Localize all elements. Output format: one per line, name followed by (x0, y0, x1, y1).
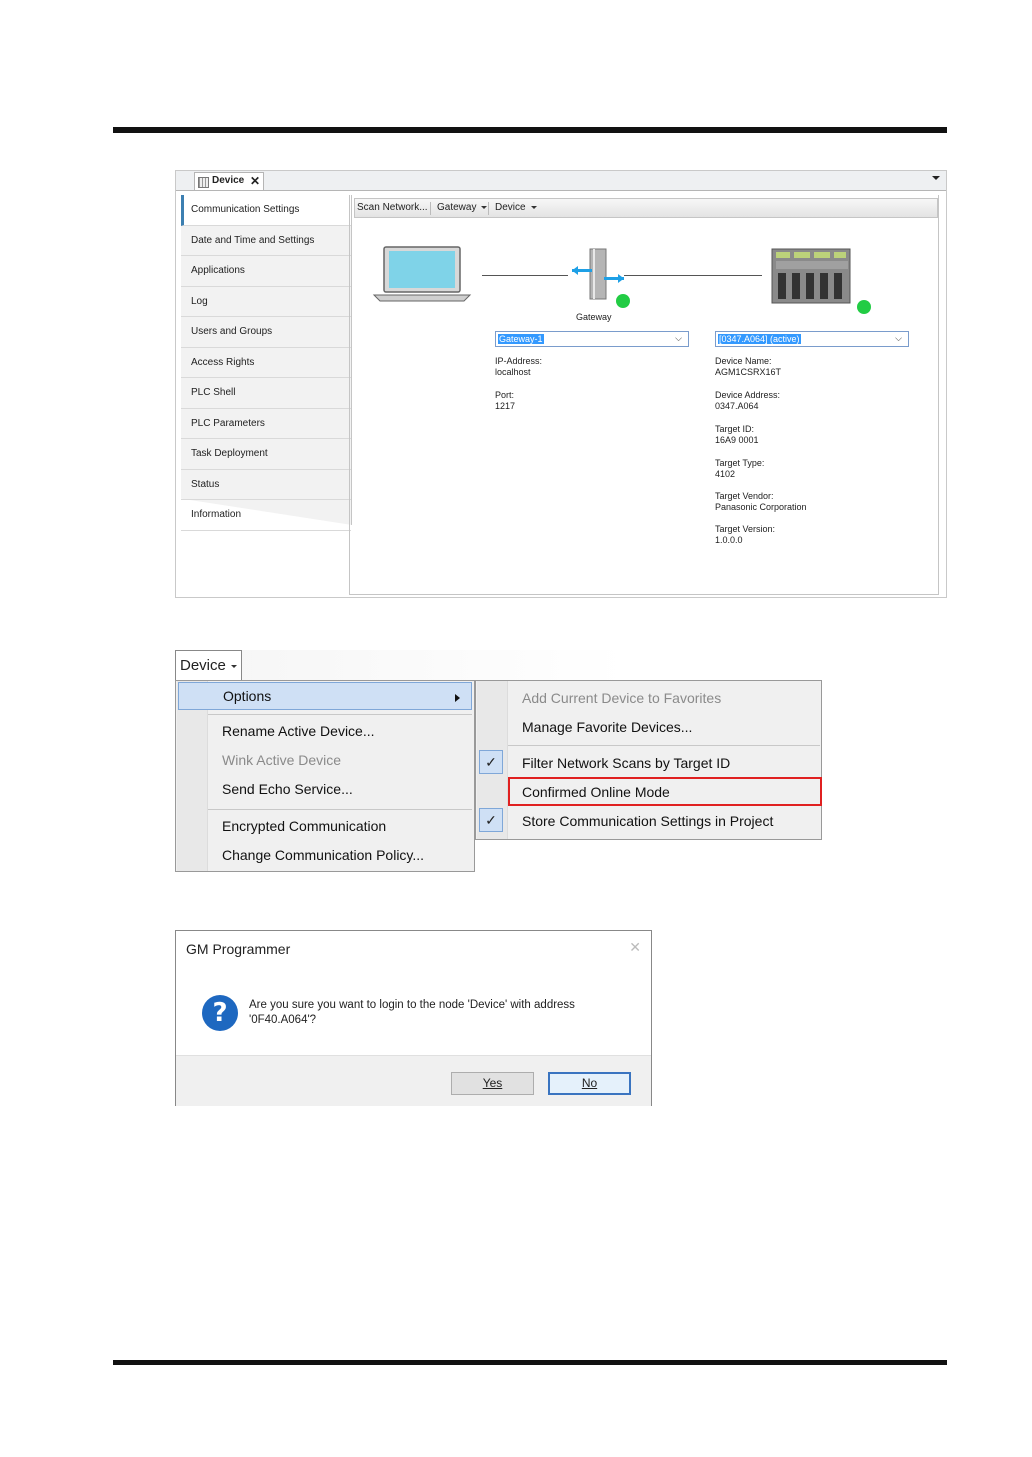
highlight-box (508, 777, 822, 806)
question-icon: ? (202, 995, 238, 1031)
device-name-value: AGM1CSRX16T (715, 367, 782, 377)
ip-address-label: IP-Address: (495, 356, 543, 366)
menu-item-change-communication-policy[interactable]: Change Communication Policy... (222, 847, 424, 863)
nav-item-applications[interactable]: Applications (181, 256, 351, 287)
dialog-title: GM Programmer (186, 941, 291, 957)
nav-item-status[interactable]: Status (181, 470, 351, 500)
nav-item-users-groups[interactable]: Users and Groups (181, 317, 351, 348)
target-id-value: 16A9 0001 (715, 435, 759, 445)
nav-item-communication-settings[interactable]: Communication Settings (181, 195, 351, 226)
gateway-icon (572, 248, 624, 300)
tab-close-icon[interactable]: ✕ (250, 173, 260, 189)
plc-device-icon (771, 248, 851, 304)
device-name-label: Device Name: (715, 356, 772, 366)
menu-item-wink-active-device: Wink Active Device (222, 752, 342, 768)
toolbar-separator (430, 202, 431, 215)
device-menu-button[interactable]: Device (175, 650, 242, 680)
device-address-label: Device Address: (715, 390, 781, 400)
submenu-arrow-icon (455, 694, 460, 702)
ip-address-value: localhost (495, 367, 531, 377)
menu-separator (208, 809, 472, 810)
target-type-label: Target Type: (715, 458, 765, 468)
nav-item-information[interactable]: Information (181, 500, 351, 531)
target-id-label: Target ID: (715, 424, 755, 434)
gateway-status-indicator (616, 294, 630, 308)
laptop-icon (372, 246, 472, 302)
gateway-select[interactable]: Gateway-1 ⌵ (495, 331, 689, 347)
gateway-caption: Gateway (576, 312, 612, 322)
confirm-login-dialog: GM Programmer ✕ ? Are you sure you want … (175, 930, 652, 1106)
nav-item-log[interactable]: Log (181, 287, 351, 317)
port-value: 1217 (495, 401, 516, 411)
target-version-value: 1.0.0.0 (715, 535, 743, 545)
yes-button[interactable]: Yes (451, 1072, 534, 1095)
gateway-menu-button[interactable]: Gateway (437, 202, 488, 213)
menu-separator (208, 714, 472, 715)
menu-item-encrypted-communication[interactable]: Encrypted Communication (222, 818, 386, 834)
scan-network-button[interactable]: Scan Network... (357, 202, 428, 213)
dialog-message-line1: Are you sure you want to login to the no… (249, 999, 575, 1011)
menu-item-options[interactable]: Options (178, 682, 472, 710)
check-icon: ✓ (479, 808, 503, 832)
tab-device-label: Device (212, 175, 245, 186)
device-address-value: 0347.A064 (715, 401, 759, 411)
link-line-left (482, 275, 568, 276)
check-icon: ✓ (479, 750, 503, 774)
bottom-rule (113, 1360, 947, 1365)
menu-item-send-echo-service[interactable]: Send Echo Service... (222, 781, 353, 797)
nav-item-plc-shell[interactable]: PLC Shell (181, 378, 351, 409)
target-vendor-label: Target Vendor: (715, 491, 774, 501)
tab-device[interactable]: Device ✕ (194, 172, 264, 190)
dialog-button-bar: Yes No (176, 1055, 651, 1106)
toolbar-separator (488, 202, 489, 215)
chevron-down-icon: ⌵ (675, 333, 682, 343)
menu-item-store-communication-settings[interactable]: Store Communication Settings in Project (522, 813, 773, 829)
device-select[interactable]: [0347.A064] (active) ⌵ (715, 331, 909, 347)
menu-item-rename-active-device[interactable]: Rename Active Device... (222, 723, 375, 739)
menu-bar (175, 650, 822, 680)
link-line-right (624, 275, 762, 276)
chevron-down-icon: ⌵ (895, 333, 902, 343)
device-menu-screenshot: Device Options Rename Active Device... W… (175, 650, 822, 872)
chevron-down-icon (481, 205, 488, 209)
dialog-message: Are you sure you want to login to the no… (249, 998, 575, 1028)
top-rule (113, 127, 947, 133)
nav-item-task-deployment[interactable]: Task Deployment (181, 439, 351, 470)
device-dropdown-menu: Options Rename Active Device... Wink Act… (175, 680, 475, 872)
close-icon[interactable]: ✕ (629, 939, 641, 956)
dialog-message-line2: '0F40.A064'? (249, 1014, 317, 1026)
target-version-label: Target Version: (715, 524, 776, 534)
device-menu-label: Device (180, 657, 226, 674)
target-vendor-value: Panasonic Corporation (715, 502, 807, 512)
device-menu-button[interactable]: Device (495, 202, 537, 213)
nav-item-plc-parameters[interactable]: PLC Parameters (181, 409, 351, 439)
settings-nav: Communication Settings Date and Time and… (181, 195, 351, 531)
nav-item-access-rights[interactable]: Access Rights (181, 348, 351, 378)
tab-dropdown-icon[interactable] (932, 176, 940, 180)
menu-item-filter-network-scans[interactable]: Filter Network Scans by Target ID (522, 755, 730, 771)
device-menu-label: Device (495, 202, 526, 213)
comm-toolbar: Scan Network... Gateway Device (354, 198, 938, 218)
gateway-menu-label: Gateway (437, 202, 477, 213)
chevron-down-icon (530, 205, 537, 209)
device-select-value: [0347.A064] (active) (718, 334, 801, 344)
menu-item-add-favorites: Add Current Device to Favorites (522, 690, 722, 706)
chevron-down-icon (230, 664, 237, 668)
menu-separator (508, 745, 820, 746)
no-button[interactable]: No (548, 1072, 631, 1095)
gateway-select-value: Gateway-1 (498, 334, 544, 344)
device-editor-window: Device ✕ Communication Settings Date and… (175, 170, 947, 598)
device-status-indicator (857, 300, 871, 314)
menu-item-options-label: Options (223, 688, 272, 704)
tab-strip: Device ✕ (176, 171, 946, 191)
device-tab-icon (198, 177, 209, 188)
menu-item-manage-favorites[interactable]: Manage Favorite Devices... (522, 719, 692, 735)
options-submenu: Add Current Device to Favorites Manage F… (475, 680, 822, 840)
nav-item-date-time[interactable]: Date and Time and Settings (181, 226, 351, 256)
target-type-value: 4102 (715, 469, 736, 479)
port-label: Port: (495, 390, 515, 400)
